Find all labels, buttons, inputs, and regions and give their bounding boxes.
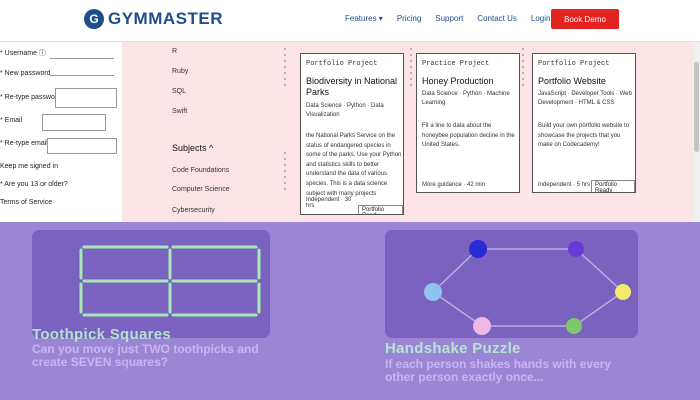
logo-text: GYMMASTER (108, 9, 223, 28)
retype-password-field[interactable] (55, 88, 117, 108)
project-card-honey-production[interactable]: Practice Project Honey Production Data S… (416, 53, 520, 193)
username-label: * Username ⓘ (0, 50, 46, 57)
keep-signed-in-checkbox[interactable]: Keep me signed in (0, 163, 58, 170)
dot-pattern (283, 150, 287, 190)
language-sql[interactable]: SQL (172, 88, 186, 95)
handshake-network-icon (424, 240, 631, 335)
nav-contact[interactable]: Contact Us (477, 14, 517, 23)
toothpick-grid-icon (79, 245, 261, 317)
signup-form: * Username ⓘ * New password * Re-type pa… (0, 42, 122, 222)
dot-pattern (409, 46, 413, 86)
card-type: Portfolio Project (306, 60, 378, 68)
book-demo-button[interactable]: Book Demo (551, 9, 619, 29)
nav-features[interactable]: Features ▾ (345, 14, 383, 23)
dot-pattern (521, 46, 525, 86)
new-password-field[interactable] (50, 62, 114, 76)
subject-code-foundations[interactable]: Code Foundations (172, 167, 229, 174)
card-title: Portfolio Website (538, 76, 606, 86)
new-password-label: * New password (0, 70, 51, 77)
card-type: Practice Project (422, 60, 490, 68)
puzzle-banner: Toothpick Squares Can you move just TWO … (0, 222, 700, 400)
toothpick-title[interactable]: Toothpick Squares (32, 326, 171, 343)
gymmaster-logo[interactable]: G GYMMASTER (84, 9, 223, 29)
handshake-puzzle-image[interactable] (385, 230, 638, 338)
nav-login[interactable]: Login (531, 14, 551, 23)
retype-email-label: * Re-type email (0, 140, 48, 147)
card-tags: JavaScript · Developer Tools · Web Devel… (538, 91, 632, 106)
age-question[interactable]: * Are you 13 or older? (0, 181, 68, 188)
handshake-description: If each person shakes hands with every o… (385, 357, 612, 385)
username-field[interactable] (50, 47, 114, 59)
scrollbar-thumb[interactable] (694, 62, 699, 152)
retype-email-field[interactable] (47, 138, 117, 154)
card-type: Portfolio Project (538, 60, 610, 68)
card-description: Fit a line to data about the honeybee po… (422, 123, 515, 149)
card-description: Build your own portfolio website to show… (538, 123, 630, 149)
subject-cybersecurity[interactable]: Cybersecurity (172, 207, 215, 214)
language-swift[interactable]: Swift (172, 108, 187, 115)
toothpick-puzzle-image[interactable] (32, 230, 270, 338)
subjects-heading[interactable]: Subjects ^ (172, 143, 213, 153)
toothpick-description: Can you move just TWO toothpicks and cre… (32, 342, 259, 370)
card-title: Biodiversity in National Parks (306, 76, 398, 97)
retype-password-label: * Re-type password (0, 94, 62, 101)
card-time: Independent · 30 hrs (306, 197, 352, 209)
subject-computer-science[interactable]: Computer Science (172, 186, 230, 193)
email-field[interactable] (42, 114, 106, 131)
page: G GYMMASTER Features ▾ Pricing Support C… (0, 0, 700, 400)
card-time: More guidance · 42 min (422, 182, 486, 188)
portfolio-ready-badge: Portfolio Ready (358, 205, 403, 214)
nav-support[interactable]: Support (435, 14, 463, 23)
dot-pattern (283, 46, 287, 86)
card-title: Honey Production (422, 76, 494, 86)
handshake-title[interactable]: Handshake Puzzle (385, 340, 521, 357)
logo-icon: G (84, 9, 104, 29)
portfolio-ready-badge: Portfolio Ready (591, 180, 635, 192)
page-scrollbar[interactable] (693, 42, 700, 222)
project-card-portfolio-website[interactable]: Portfolio Project Portfolio Website Java… (532, 53, 636, 193)
card-tags: Data Science · Python · Data Visualizati… (306, 103, 384, 118)
terms-of-service-link[interactable]: Terms of Service (0, 199, 52, 206)
language-ruby[interactable]: Ruby (172, 68, 188, 75)
card-time: Independent · 5 hrs (538, 182, 591, 188)
language-r[interactable]: R (172, 48, 177, 55)
card-tags: Data Science · Python · Machine Learning (422, 91, 510, 106)
card-description: the National Parks Service on the status… (306, 133, 402, 197)
nav-pricing[interactable]: Pricing (397, 14, 421, 23)
email-label: * Email (0, 117, 23, 124)
main-nav: Features ▾ Pricing Support Contact Us Lo… (345, 14, 564, 23)
site-header: G GYMMASTER Features ▾ Pricing Support C… (0, 0, 700, 42)
project-card-biodiversity[interactable]: Portfolio Project Biodiversity in Nation… (300, 53, 404, 215)
